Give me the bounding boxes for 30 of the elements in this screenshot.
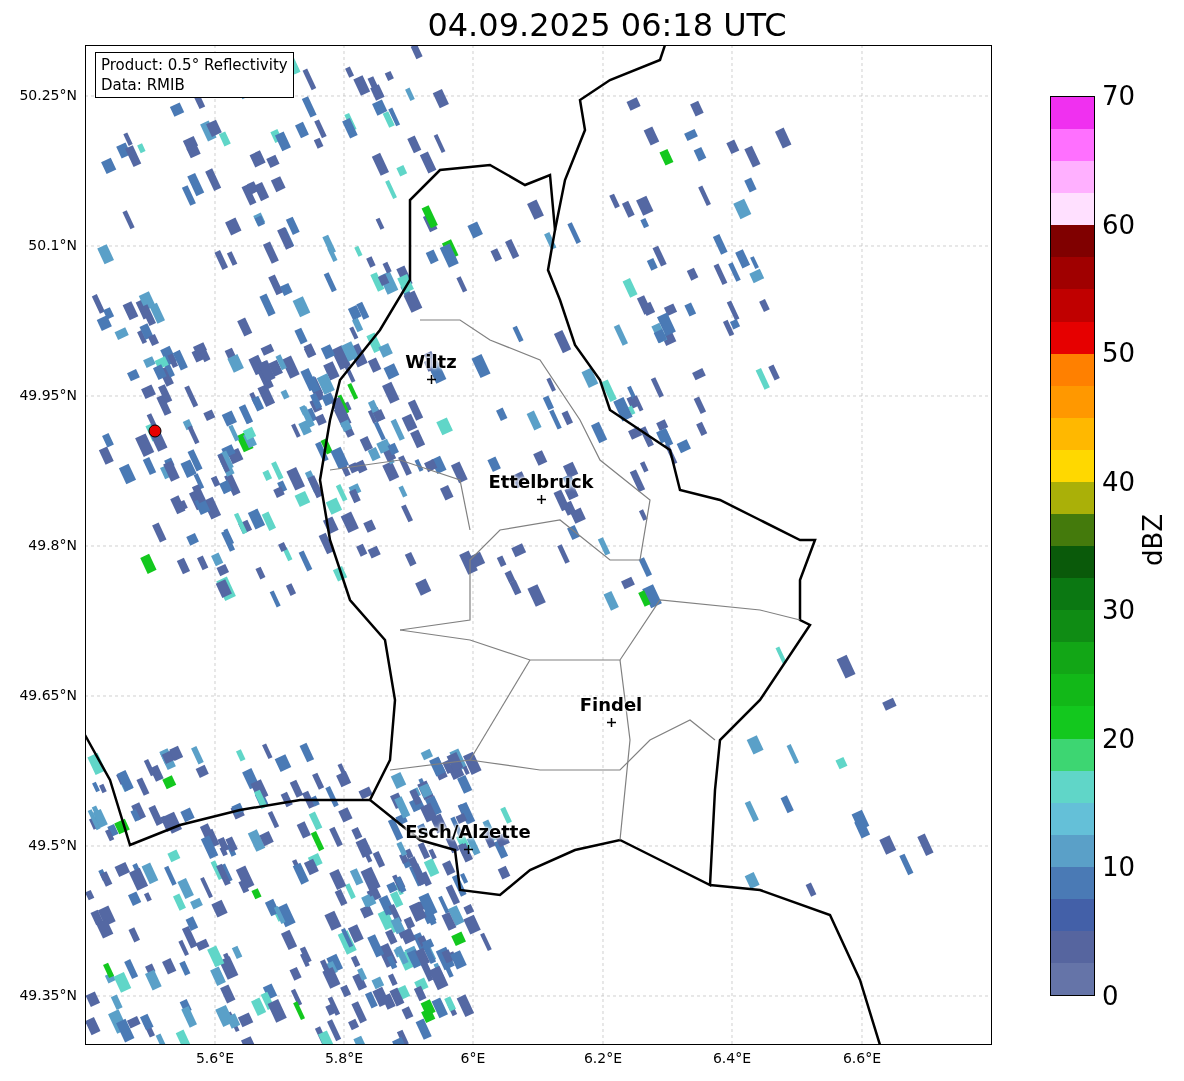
axis-tick-label: 50.1°N: [28, 237, 77, 253]
axis-tick-label: 49.5°N: [28, 837, 77, 853]
axis-tick-label: 6°E: [460, 1050, 486, 1066]
colorbar-tick-label: 20: [1102, 722, 1136, 755]
legend-text: Product: 0.5° Reflectivity: [101, 55, 288, 75]
axis-tick-label: 49.35°N: [19, 987, 77, 1003]
colorbar-tick-label: 0: [1102, 980, 1119, 1012]
colorbar-tick-label: 60: [1102, 208, 1136, 241]
axis-tick-label: 6.4°E: [712, 1050, 752, 1066]
colorbar-tick-label: 70: [1102, 80, 1136, 112]
place-label: Findel: [579, 694, 643, 715]
axis-tick-label: 49.95°N: [19, 387, 77, 403]
plus-marker-icon: [464, 845, 473, 854]
axis-tick-label: 49.65°N: [19, 687, 77, 703]
axis-tick-label: 6.2°E: [583, 1050, 623, 1066]
plus-marker-icon: [607, 718, 616, 727]
plus-marker-icon: [537, 495, 546, 504]
colorbar-tick-label: 30: [1102, 594, 1136, 627]
colorbar-tick-label: 10: [1102, 851, 1136, 884]
chart-title: 04.09.2025 06:18 UTC: [426, 5, 788, 45]
axis-tick-label: 5.6°E: [195, 1050, 235, 1066]
axis-tick-label: 49.8°N: [28, 537, 77, 553]
legend-text: Data: RMIB: [101, 75, 186, 95]
axis-tick-label: 50.25°N: [19, 87, 77, 103]
axis-tick-label: 6.6°E: [842, 1050, 882, 1066]
colorbar-label: dBZ: [1138, 513, 1168, 566]
colorbar-tick-label: 40: [1102, 465, 1136, 498]
plus-marker-icon: [427, 375, 436, 384]
colorbar-tick-label: 50: [1102, 337, 1136, 370]
axis-tick-label: 5.8°E: [324, 1050, 364, 1066]
